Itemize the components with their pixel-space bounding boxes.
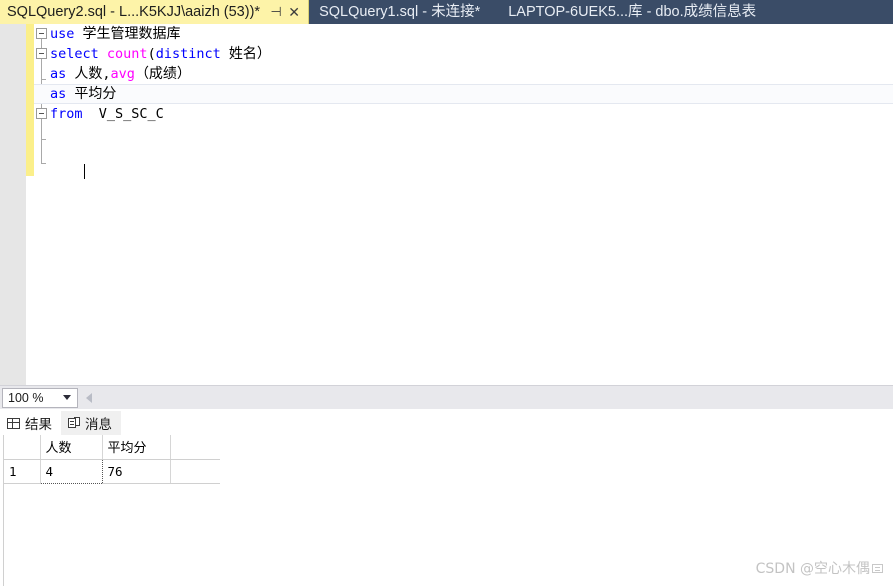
csdn-badge-icon <box>872 563 883 573</box>
selection-margin[interactable] <box>0 24 26 385</box>
code-token: count <box>106 46 148 62</box>
grid-cell[interactable]: 4 <box>39 458 103 484</box>
text-caret <box>84 164 85 179</box>
code-text-area[interactable]: use 学生管理数据库 select count(distinct 姓名） as… <box>34 24 893 385</box>
tab-sqlquery2[interactable]: SQLQuery2.sql - L...K5KJJ\aaizh (53))* ⊣… <box>0 0 310 24</box>
sql-editor[interactable]: use 学生管理数据库 select count(distinct 姓名） as… <box>0 24 893 385</box>
row-header-corner[interactable] <box>4 435 41 460</box>
code-line[interactable]: select count(distinct 姓名） <box>34 44 893 64</box>
grid-icon <box>7 417 20 429</box>
code-token: V_S_SC_C <box>82 106 164 122</box>
code-token: 人数 <box>74 66 103 82</box>
code-token: , <box>102 66 111 82</box>
code-token: 学生管理数据库 <box>82 26 181 42</box>
code-line[interactable]: use 学生管理数据库 <box>34 24 893 44</box>
tab-sqlquery2-label: SQLQuery2.sql - L...K5KJJ\aaizh (53))* <box>7 4 261 20</box>
tab-messages[interactable]: 消息 <box>61 411 121 435</box>
code-token: as <box>50 86 67 102</box>
code-line[interactable]: as 人数,avg（成绩） <box>34 64 893 84</box>
tab-messages-label: 消息 <box>85 417 112 432</box>
code-token: avg <box>110 66 135 82</box>
column-header[interactable]: 人数 <box>40 435 103 460</box>
ssms-window: SQLQuery2.sql - L...K5KJJ\aaizh (53))* ⊣… <box>0 0 893 586</box>
scroll-left-arrow-icon[interactable] <box>86 392 92 403</box>
grid-cell[interactable]: 76 <box>102 459 171 484</box>
table-header-row: 人数 平均分 <box>4 435 220 460</box>
code-token: from <box>50 106 83 122</box>
unsaved-change-bar <box>26 24 34 176</box>
code-token: 平均分 <box>74 86 117 102</box>
column-header-filler <box>170 435 220 460</box>
zoom-level-label: 100 % <box>8 390 44 405</box>
tab-sqlquery1[interactable]: SQLQuery1.sql - 未连接* <box>309 0 491 24</box>
tab-sqlquery1-label: SQLQuery1.sql - 未连接* <box>319 4 481 20</box>
code-token: select <box>50 46 99 62</box>
csdn-watermark-text: CSDN @空心木偶 <box>755 561 870 577</box>
pin-icon[interactable]: ⊣ <box>268 0 284 24</box>
code-token: as <box>50 66 67 82</box>
tab-results[interactable]: 结果 <box>0 411 61 435</box>
code-token: （成绩） <box>134 66 191 82</box>
code-line[interactable]: as 平均分 <box>34 84 893 104</box>
zoom-level-dropdown[interactable]: 100 % <box>2 387 78 408</box>
code-token: distinct <box>155 46 221 62</box>
tab-dbo-table[interactable]: LAPTOP-6UEK5...库 - dbo.成绩信息表 <box>498 0 767 24</box>
document-tab-strip: SQLQuery2.sql - L...K5KJJ\aaizh (53))* ⊣… <box>0 0 893 24</box>
code-token: ( <box>147 46 156 62</box>
message-icon <box>68 417 80 429</box>
column-header[interactable]: 平均分 <box>102 435 171 460</box>
grid-cell-filler <box>170 459 220 484</box>
editor-status-bar: 100 % <box>0 385 893 409</box>
code-line[interactable]: from V_S_SC_C <box>34 104 893 124</box>
tab-results-label: 结果 <box>25 417 52 432</box>
tab-dbo-table-label: LAPTOP-6UEK5...库 - dbo.成绩信息表 <box>508 4 757 20</box>
code-token: 姓名 <box>228 46 257 62</box>
code-token: use <box>50 26 75 42</box>
csdn-watermark: CSDN @空心木偶 <box>756 558 883 578</box>
chevron-down-icon[interactable] <box>63 395 71 400</box>
results-grid[interactable]: 人数 平均分 1 4 76 <box>3 435 524 484</box>
table-row[interactable]: 1 4 76 <box>4 458 220 484</box>
row-number[interactable]: 1 <box>4 459 41 484</box>
code-token: ） <box>256 46 271 62</box>
results-tab-bar: 结果 消息 <box>0 409 893 435</box>
tab-strip-spacer <box>490 0 498 24</box>
close-icon[interactable]: ✕ <box>286 0 302 24</box>
